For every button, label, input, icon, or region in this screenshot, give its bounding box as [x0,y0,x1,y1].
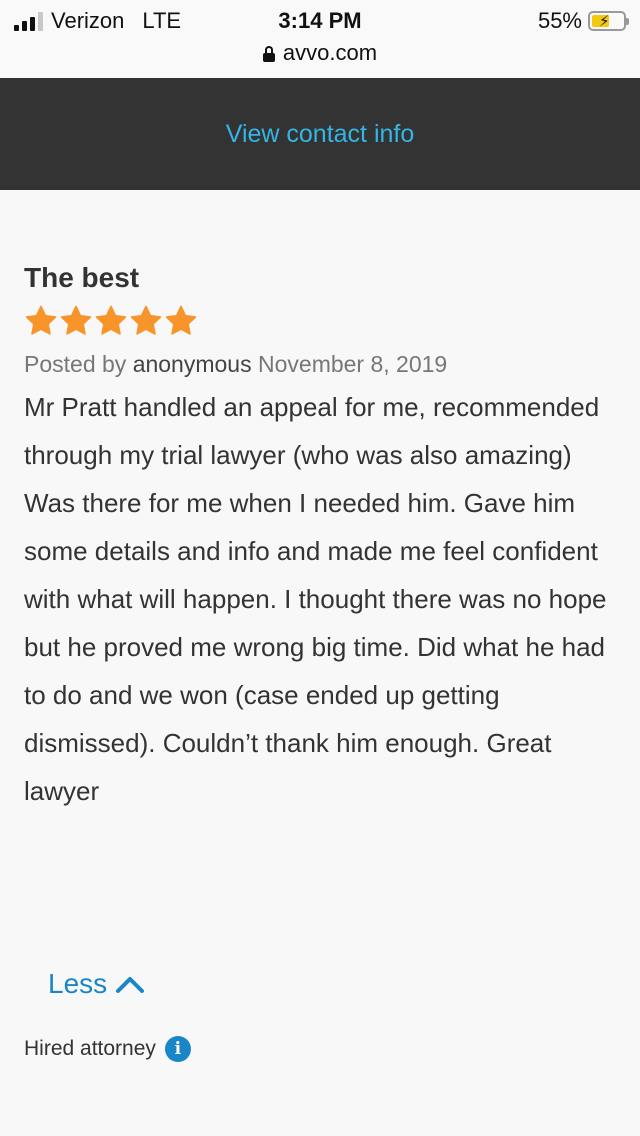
review-card: The best Posted by anonymous November 8,… [24,258,616,815]
info-icon[interactable]: i [164,1036,191,1062]
star-rating [24,302,616,340]
battery-percent: 55% [537,8,582,33]
review-date: November 8, 2019 [258,351,448,377]
star-icon [60,305,92,335]
star-icon [130,305,162,335]
posted-by-label: Posted by [24,351,127,377]
contact-bar: View contact info [0,78,640,190]
battery-charging-icon: ⚡ [588,11,629,31]
review-title: The best [24,262,140,293]
lock-icon [262,46,275,62]
hired-attorney-label: Hired attorney [24,1037,156,1060]
star-icon [25,305,57,335]
less-label: Less [48,968,108,999]
status-bar: Verizon LTE 3:14 PM 55% ⚡ avvo.com [0,0,640,78]
view-contact-info-link[interactable]: View contact info [226,120,415,149]
star-icon [95,305,127,335]
url-text: avvo.com [282,40,378,65]
address-bar[interactable]: avvo.com [0,40,640,66]
star-icon [165,305,197,335]
review-author: anonymous [132,351,252,377]
less-toggle-button[interactable]: Less [48,968,145,1000]
status-right: 55% ⚡ [537,8,629,34]
review-body: Mr Pratt handled an appeal for me, recom… [24,392,607,806]
hired-attorney-row: Hired attorney i [24,1036,191,1062]
review-meta: Posted by anonymous November 8, 2019 [24,347,616,381]
chevron-up-icon [116,977,145,993]
